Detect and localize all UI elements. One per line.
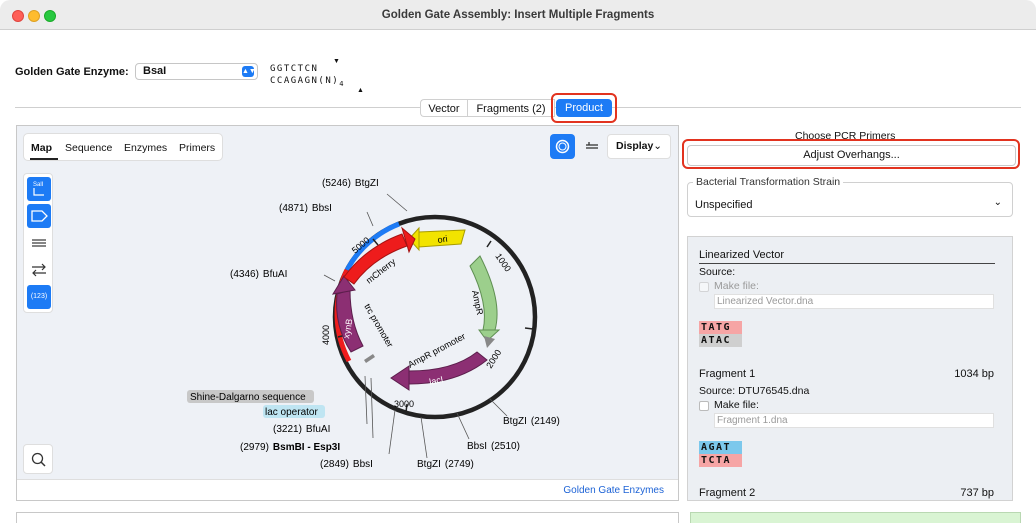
strain-select[interactable]: Bacterial Transformation Strain Unspecif… <box>687 176 1013 217</box>
display-menu-button[interactable]: Display ⌄ <box>607 134 671 159</box>
section-rule <box>699 263 995 264</box>
tick-label-4000: 4000 <box>321 325 331 345</box>
tab-sequence[interactable]: Sequence <box>65 142 112 154</box>
feature-label-ori: ori <box>437 234 448 245</box>
make-file-checkbox[interactable] <box>699 401 709 411</box>
overhang-bottom: TCTA <box>699 454 742 467</box>
recognition-site-bottom: CCAGAGN(N)4 <box>270 76 345 88</box>
site-bfuai-3221: (3221) BfuAI <box>273 424 330 435</box>
feature-tool-button[interactable] <box>27 204 51 228</box>
tick-label-1000: 1000 <box>493 251 513 273</box>
svg-text:SalI: SalI <box>33 182 44 188</box>
site-bsmbi-2979: (2979) BsmBI - Esp3I <box>240 442 340 453</box>
site-bfuai-4346: (4346) BfuAI <box>230 269 287 280</box>
map-view-tabs: Map Sequence Enzymes Primers <box>23 133 223 161</box>
tab-vector[interactable]: Vector <box>420 99 467 117</box>
plasmid-map[interactable]: 1000 2000 3000 4000 5000 ori AmpR AmpR p… <box>17 126 678 479</box>
linearized-file-field[interactable]: Linearized Vector.dna <box>714 294 994 309</box>
tab-enzymes[interactable]: Enzymes <box>124 142 167 154</box>
fragment-1-size: 1034 bp <box>954 368 994 380</box>
tab-map[interactable]: Map <box>31 142 52 154</box>
product-tab-highlight <box>551 93 617 123</box>
tick-label-3000: 3000 <box>394 399 414 409</box>
feature-arrow-icon <box>31 210 48 222</box>
site-btgzi-2149: BtgZI (2149) <box>503 416 560 427</box>
display-label: Display <box>616 140 654 152</box>
swap-arrows-icon <box>32 263 46 277</box>
fragment-1-title: Fragment 1 <box>699 368 756 380</box>
bottom-right-panel <box>690 512 1021 523</box>
overhang-top: AGAT <box>699 441 742 454</box>
site-bbsi-2510: BbsI (2510) <box>467 441 520 452</box>
fragments-panel: Linearized Vector Source: Make file: Lin… <box>687 236 1013 501</box>
adjust-button-highlight <box>682 139 1020 169</box>
linear-view-button[interactable] <box>577 134 607 159</box>
numbering-button[interactable]: (123) <box>27 285 51 309</box>
map-footer: Golden Gate Enzymes <box>17 479 678 500</box>
fragment-1-file-field[interactable]: Fragment 1.dna <box>714 413 994 428</box>
circular-view-button[interactable] <box>550 134 575 159</box>
search-icon <box>31 452 46 467</box>
fragment-2-title: Fragment 2 <box>699 487 756 499</box>
fragment-1-source: Source: DTU76545.dna <box>699 385 810 397</box>
tab-fragments[interactable]: Fragments (2) <box>467 99 555 117</box>
strain-legend: Bacterial Transformation Strain <box>693 176 844 188</box>
enzyme-select[interactable]: BsaI ▲▼ <box>135 63 258 80</box>
sali-tool-button[interactable]: SalI <box>27 177 51 201</box>
feature-label-lacI: lacI <box>428 374 444 387</box>
fragment-2-size: 737 bp <box>960 487 994 499</box>
fragment-1-overhang: AGAT TCTA <box>699 441 742 467</box>
circular-map-icon <box>555 139 570 154</box>
map-toolbar: SalI (123) <box>23 173 53 313</box>
shine-dalgarno-label: Shine-Dalgarno sequence <box>190 392 306 403</box>
tab-primers[interactable]: Primers <box>179 142 215 154</box>
make-file-label: Make file: <box>714 399 759 411</box>
enzyme-value: BsaI <box>143 65 167 77</box>
recognition-site-top: GGTCTCN <box>270 64 319 74</box>
primer-strands-icon <box>32 239 46 247</box>
site-btgzi-2749: BtgZI (2749) <box>417 459 474 470</box>
make-file-checkbox[interactable] <box>699 282 709 292</box>
cut-marker-top-icon: ▼ <box>333 58 340 65</box>
primer-tool-button[interactable] <box>27 231 51 255</box>
linearized-vector-title: Linearized Vector <box>699 249 784 261</box>
linear-map-icon <box>586 142 598 149</box>
window-title: Golden Gate Assembly: Insert Multiple Fr… <box>381 9 655 21</box>
enzyme-cut-icon: SalI <box>33 182 44 196</box>
title-bar: Golden Gate Assembly: Insert Multiple Fr… <box>0 0 1036 30</box>
bottom-left-panel <box>16 512 679 523</box>
feature-lacI-tip <box>390 365 410 391</box>
golden-gate-enzymes-link[interactable]: Golden Gate Enzymes <box>563 485 664 496</box>
chevron-down-icon: ⌄ <box>993 197 1002 208</box>
tick-label-2000: 2000 <box>484 348 503 370</box>
zoom-button[interactable] <box>23 444 53 474</box>
make-file-label: Make file: <box>714 280 759 292</box>
active-tab-indicator <box>30 158 58 160</box>
feature-label-trc-promoter: trc promoter <box>362 302 395 349</box>
feature-ampR-promoter <box>484 336 495 348</box>
map-panel: 1000 2000 3000 4000 5000 ori AmpR AmpR p… <box>16 125 679 501</box>
enzyme-label: Golden Gate Enzyme: <box>15 66 129 78</box>
chevron-down-icon: ⌄ <box>653 140 662 152</box>
lac-operator-label: lac operator <box>265 407 318 418</box>
overhang-top: TATG <box>699 321 742 334</box>
cut-marker-bottom-icon: ▲ <box>357 87 364 94</box>
overhang-bottom: ATAC <box>699 334 742 347</box>
swap-strands-button[interactable] <box>27 258 51 282</box>
strain-value: Unspecified <box>695 199 753 211</box>
site-bbsi-2849: (2849) BbsI <box>320 459 373 470</box>
feature-small-marker <box>364 354 375 363</box>
select-arrows-icon: ▲▼ <box>242 66 256 77</box>
site-btgzi-5246: (5246) BtgZI <box>322 178 379 189</box>
linearized-source: Source: <box>699 266 736 278</box>
linearized-overhang: TATG ATAC <box>699 321 742 347</box>
site-bbsi-4871: (4871) BbsI <box>279 203 332 214</box>
